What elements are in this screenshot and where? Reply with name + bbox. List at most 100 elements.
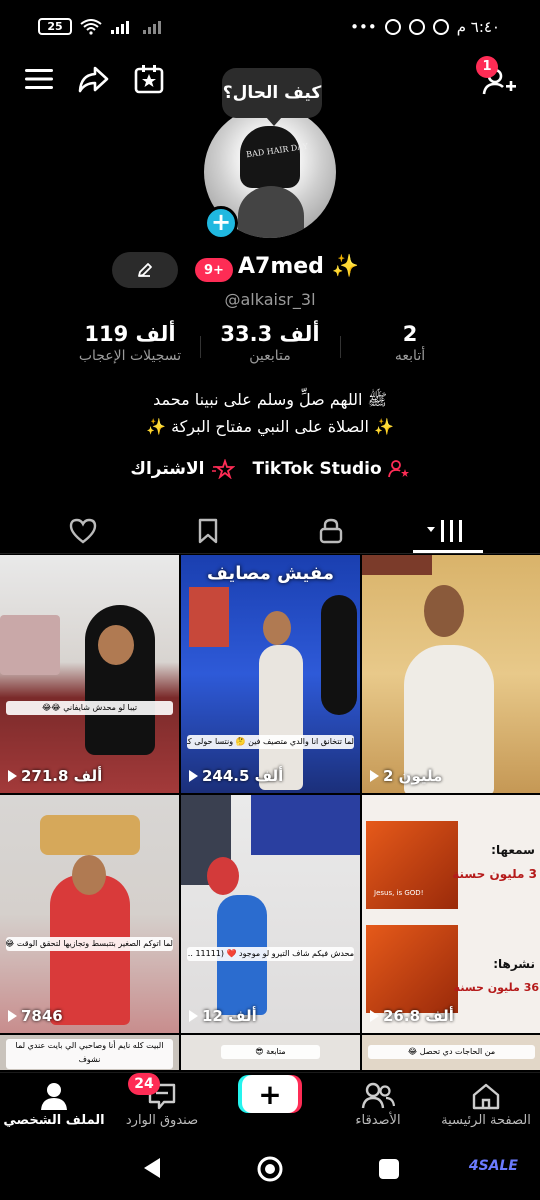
stats-row: 119 ألف تسجيلات الإعجاب 33.3 ألف متابعين… bbox=[60, 322, 480, 378]
video-thumbnail[interactable]: 2 مليون bbox=[362, 555, 540, 793]
friends-icon bbox=[361, 1082, 395, 1109]
bio-line-1: ﷺ اللهم صلِّ وسلم على نبينا محمد bbox=[153, 390, 387, 409]
nav-home-label: الصفحة الرئيسية bbox=[441, 1113, 531, 1128]
subscribe-link[interactable]: الاشتراك bbox=[130, 459, 235, 479]
tab-videos[interactable] bbox=[403, 508, 493, 554]
bookmark-icon bbox=[198, 518, 218, 544]
wifi-icon bbox=[80, 18, 102, 35]
door-shape bbox=[321, 595, 357, 715]
stat-likes[interactable]: 119 ألف تسجيلات الإعجاب bbox=[60, 322, 200, 378]
menu-button[interactable] bbox=[22, 62, 56, 96]
wall-decor-shape bbox=[40, 815, 140, 855]
view-count: 26.8 ألف bbox=[370, 1007, 454, 1025]
stat-followers-label: متابعين bbox=[249, 348, 291, 364]
nav-friends[interactable]: الأصدقاء bbox=[324, 1073, 432, 1137]
image-text: Jesus, is GOD! bbox=[374, 889, 424, 897]
face-shape bbox=[424, 585, 464, 637]
studio-label: TikTok Studio bbox=[252, 459, 382, 479]
more-dots: ••• bbox=[350, 18, 377, 36]
subscribe-label: الاشتراك bbox=[130, 459, 205, 479]
face-shape bbox=[238, 186, 304, 238]
studio-person-icon bbox=[387, 460, 409, 478]
create-button[interactable]: + bbox=[242, 1075, 298, 1113]
video-grid: تيبا لو محدش شايفاني 😂😂 271.8 ألف مفيش م… bbox=[0, 555, 540, 1070]
video-caption: من الحاجات دي تحصل 😂 bbox=[368, 1045, 535, 1059]
home-system-button[interactable] bbox=[256, 1155, 284, 1183]
username: @alkaisr_3l bbox=[224, 290, 316, 309]
heart-icon bbox=[69, 518, 97, 544]
recents-square-icon bbox=[379, 1159, 399, 1179]
status-bubble[interactable]: كيف الحال؟ bbox=[222, 68, 322, 126]
view-count: 2 مليون bbox=[370, 767, 442, 785]
tab-liked[interactable] bbox=[38, 508, 128, 554]
stat-following[interactable]: 2 أتابعه bbox=[340, 322, 480, 378]
calendar-button[interactable] bbox=[132, 62, 166, 96]
inbox-badge: 24 bbox=[128, 1073, 160, 1095]
home-circle-icon bbox=[257, 1156, 283, 1182]
video-caption: لما اتوكم الصغير بتتبسط وتجازيها لتحقق ا… bbox=[6, 937, 173, 951]
stat-following-label: أتابعه bbox=[394, 348, 426, 364]
share-button[interactable] bbox=[76, 62, 110, 96]
nav-inbox[interactable]: صندوق الوارد bbox=[108, 1073, 216, 1137]
view-count: 244.5 ألف bbox=[189, 767, 283, 785]
view-count: 271.8 ألف bbox=[8, 767, 102, 785]
status-left: 25 bbox=[38, 18, 166, 35]
video-caption: متابعة 😎 bbox=[221, 1045, 320, 1059]
nav-profile-label: الملف الشخصي bbox=[3, 1113, 105, 1128]
add-avatar-button[interactable]: + bbox=[204, 206, 238, 240]
watermark-logo: 4SALE bbox=[468, 1158, 518, 1174]
grid-videos-icon bbox=[427, 520, 462, 542]
clock: ٦:٤٠ م bbox=[456, 18, 500, 36]
status-bar: 25 ••• ٦:٤٠ م bbox=[0, 0, 540, 58]
tab-saved[interactable] bbox=[163, 508, 253, 554]
stat-followers-value: 33.3 ألف bbox=[220, 322, 320, 346]
video-thumbnail[interactable]: محدش فيكم شاف التيرو لو موجود ❤️ (11111 … bbox=[181, 795, 360, 1033]
profile-links: الاشتراك TikTok Studio bbox=[0, 456, 540, 482]
video-thumbnail[interactable]: مفيش مصايف لما تتخانق انا والدي متصيف في… bbox=[181, 555, 360, 793]
video-thumbnail[interactable]: من الحاجات دي تحصل 😂 bbox=[362, 1035, 540, 1070]
stat-likes-value: 119 ألف bbox=[84, 322, 176, 346]
face-shape bbox=[72, 855, 106, 895]
bio-line-2: ✨ الصلاة على النبي مفتاح البركة ✨ bbox=[146, 417, 394, 436]
edit-profile-button[interactable] bbox=[112, 252, 178, 288]
stat-following-value: 2 bbox=[402, 322, 418, 346]
notification-pill[interactable]: 9+ bbox=[195, 258, 233, 282]
screen-shape bbox=[251, 795, 360, 855]
recents-button[interactable] bbox=[378, 1158, 400, 1180]
video-thumbnail[interactable]: البيت كله نايم أنا وصاحبي الي بايت عندي … bbox=[0, 1035, 179, 1070]
video-thumbnail[interactable]: تيبا لو محدش شايفاني 😂😂 271.8 ألف bbox=[0, 555, 179, 793]
video-thumbnail[interactable]: Jesus, is GOD! سمعها: 3 مليون حسنة نشرها… bbox=[362, 795, 540, 1033]
video-thumbnail[interactable]: متابعة 😎 bbox=[181, 1035, 360, 1070]
messenger-icon bbox=[408, 19, 425, 35]
card-line-4: 36 مليون حسنة bbox=[453, 981, 539, 994]
face-shape bbox=[98, 625, 134, 665]
share-arrow-icon bbox=[78, 66, 109, 93]
studio-link[interactable]: TikTok Studio bbox=[253, 459, 410, 479]
video-thumbnail[interactable]: لما اتوكم الصغير بتتبسط وتجازيها لتحقق ا… bbox=[0, 795, 179, 1033]
pencil-icon bbox=[138, 263, 152, 277]
bottom-nav: الملف الشخصي صندوق الوارد 24 + الأصدقاء … bbox=[0, 1072, 540, 1136]
pillow-shape bbox=[0, 615, 60, 675]
card-line-2: 3 مليون حسنة bbox=[452, 867, 537, 881]
tab-private[interactable] bbox=[286, 508, 376, 554]
home-icon bbox=[472, 1083, 500, 1110]
add-friend-button[interactable]: 1 bbox=[476, 56, 516, 98]
profile-person-icon bbox=[41, 1083, 67, 1110]
nav-home[interactable]: الصفحة الرئيسية bbox=[432, 1073, 540, 1137]
nav-profile[interactable]: الملف الشخصي bbox=[0, 1073, 108, 1137]
view-count: 7846 bbox=[8, 1007, 63, 1025]
back-button[interactable] bbox=[140, 1156, 164, 1180]
face-shape bbox=[207, 857, 239, 895]
card-line-1: سمعها: bbox=[491, 843, 535, 857]
stat-followers[interactable]: 33.3 ألف متابعين bbox=[200, 322, 340, 378]
bio: ﷺ اللهم صلِّ وسلم على نبينا محمد ✨ الصلا… bbox=[0, 386, 540, 440]
back-triangle-icon bbox=[144, 1158, 160, 1178]
hamburger-icon bbox=[25, 69, 53, 89]
video-overlay-title: مفيش مصايف bbox=[207, 563, 334, 584]
play-icon bbox=[8, 770, 17, 782]
whatsapp-icon bbox=[384, 19, 401, 35]
signal-icon bbox=[111, 20, 129, 34]
content-tabs bbox=[0, 508, 540, 554]
view-count: 12 ألف bbox=[189, 1007, 257, 1025]
signal-icon-2 bbox=[143, 20, 161, 34]
